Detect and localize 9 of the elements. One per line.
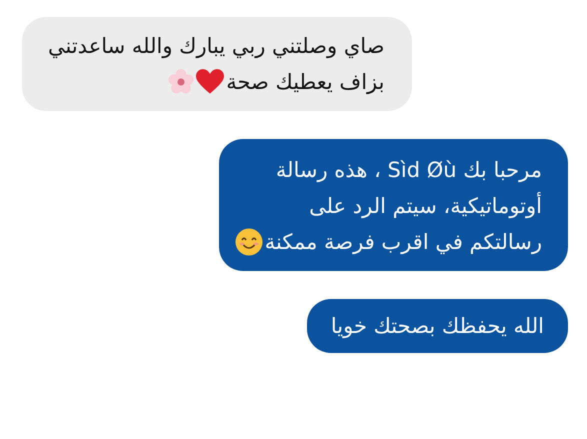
- message-text: صاي وصلتني ربي يبارك والله ساعدتني: [48, 33, 384, 60]
- smiling-face-icon: [234, 228, 263, 256]
- message-text: مرحبا بك Sìd Øù ، هذه رسالة: [276, 157, 542, 184]
- flower-icon: [168, 69, 194, 95]
- message-text: بزاف يعطيك صحة: [226, 69, 384, 96]
- heart-icon: [196, 69, 224, 95]
- message-text: أوتوماتيكية، سيتم الرد على: [309, 191, 542, 220]
- message-text: رسالتكم في اقرب فرصة ممكنة: [264, 229, 542, 256]
- message-text: الله يحفظك بصحتك خويا: [330, 313, 544, 340]
